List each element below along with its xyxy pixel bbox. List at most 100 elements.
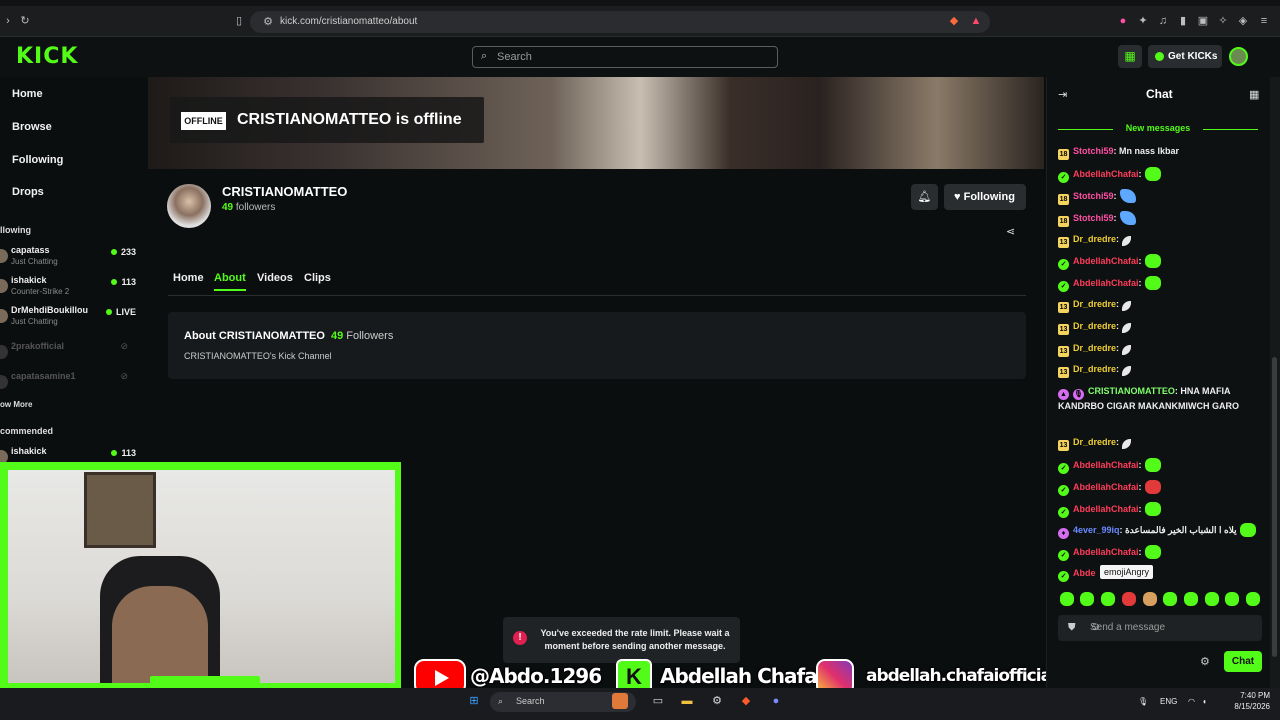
chat-users-icon[interactable]: ▦ [1249,88,1259,101]
followed-channel[interactable]: 2prakofficial ⊘ [0,341,140,367]
tab-videos[interactable]: Videos [257,272,293,284]
system-clock[interactable]: 7:40 PM 8/15/2026 [1226,690,1270,712]
chat-username[interactable]: Dr_dredre [1073,234,1116,244]
emote-icon[interactable] [1225,592,1239,606]
chat-message: ✓ AbdellahChafai: [1058,545,1268,561]
channel-category: Just Chatting [11,257,58,266]
forward-icon[interactable]: › [2,15,14,27]
search-input[interactable]: ⌕ Search [472,46,778,68]
site-info-icon[interactable]: ⚙ [262,16,274,28]
sidebar-icon[interactable]: ▮ [1177,15,1189,27]
leo-icon[interactable]: ✧ [1217,15,1229,27]
emote-icon[interactable] [1184,592,1198,606]
volume-icon[interactable]: ◖ [1202,697,1207,706]
tab-home[interactable]: Home [173,272,204,284]
chat-username[interactable]: CRISTIANOMATTEO [1088,386,1175,396]
emote-icon[interactable] [1246,592,1260,606]
sidebar-item-following[interactable]: Following [12,154,63,166]
follower-number: 49 [222,202,234,213]
angry-emote-icon[interactable] [1122,592,1136,606]
file-explorer-icon[interactable]: ▬ [679,693,695,709]
wallet-icon[interactable]: ▣ [1197,15,1209,27]
chat-username[interactable]: Abde [1073,568,1096,578]
chat-username[interactable]: Stotchi59 [1073,146,1114,156]
chat-username[interactable]: Stotchi59 [1073,213,1114,223]
page-scrollbar[interactable] [1270,77,1280,688]
chat-username[interactable]: AbdellahChafai [1073,169,1139,179]
emote-icon[interactable] [1080,592,1094,606]
reload-icon[interactable]: ↻ [19,15,31,27]
brave-shield-icon[interactable]: ◆ [948,15,960,27]
chat-username[interactable]: AbdellahChafai [1073,256,1139,266]
chat-username[interactable]: Dr_dredre [1073,321,1116,331]
chat-message: 13 Dr_dredre: [1058,233,1268,248]
widget-icon[interactable] [612,693,628,709]
menu-icon[interactable]: ≡ [1258,15,1270,27]
emote-icon[interactable] [1205,592,1219,606]
language-indicator[interactable]: ENG [1160,697,1177,706]
emote-icon[interactable] [1143,592,1157,606]
kick-logo[interactable]: KICK [16,44,78,69]
sidebar-item-drops[interactable]: Drops [12,186,44,198]
extension-icon[interactable]: ● [1117,15,1129,27]
notification-bell-button[interactable]: 🔔︎ [911,184,938,210]
followed-channel[interactable]: capatass Just Chatting 233 [0,245,140,271]
discord-icon[interactable]: ● [768,693,784,709]
scrollbar-thumb[interactable] [1272,357,1277,657]
chat-username[interactable]: Dr_dredre [1073,437,1116,447]
about-follower-count: 49 [330,330,344,342]
send-chat-button[interactable]: Chat [1224,651,1262,672]
chat-username[interactable]: Dr_dredre [1073,364,1116,374]
task-view-icon[interactable]: ▭ [650,693,666,709]
emote-icon[interactable] [1101,592,1115,606]
channel-avatar[interactable] [167,184,211,228]
chat-username[interactable]: AbdellahChafai [1073,547,1139,557]
chat-username[interactable]: AbdellahChafai [1073,460,1139,470]
emote-quick-bar [1058,592,1268,608]
sub-badge-icon: 13 [1058,302,1069,313]
following-button[interactable]: ♥ Following [944,184,1026,210]
chat-text: : يلاه ا الشباب الخير فالمساعدة [1119,525,1237,535]
chat-settings-icon[interactable]: ⚙ [1200,655,1210,668]
url-text[interactable]: kick.com/cristianomatteo/about [280,16,417,27]
feather-emote-icon [1122,323,1132,333]
followed-channel[interactable]: capatasamine1 ⊘ [0,371,140,397]
chat-username[interactable]: AbdellahChafai [1073,482,1139,492]
emoji-picker-icon[interactable]: ☺ [1090,621,1254,633]
settings-icon[interactable]: ⚙ [709,693,725,709]
bookmark-icon[interactable]: ▯ [233,15,245,27]
lion-picture-frame [84,472,156,548]
wifi-icon[interactable]: ◠ [1188,697,1195,706]
chat-username[interactable]: AbdellahChafai [1073,278,1139,288]
emote-icon[interactable] [1163,592,1177,606]
share-icon[interactable]: ⋖ [1006,225,1015,238]
brave-icon[interactable]: ◆ [738,693,754,709]
followed-channel[interactable]: ishakick Counter-Strike 2 113 [0,275,140,301]
sidebar-item-home[interactable]: Home [12,88,43,100]
rewards-icon[interactable]: ▲ [970,15,982,27]
tab-clips[interactable]: Clips [304,272,331,284]
broadcaster-badge-icon: ▲ [1058,389,1069,400]
windows-start-icon[interactable]: ⊞ [466,693,482,709]
user-avatar[interactable] [1229,47,1248,66]
vpn-icon[interactable]: ◈ [1237,15,1249,27]
chat-message: ✓ AbdellahChafai: [1058,167,1268,183]
gift-icon[interactable]: ▦ [1118,45,1142,68]
followed-channel[interactable]: DrMehdiBoukillou Just Chatting LIVE [0,305,140,331]
show-more-link[interactable]: ow More [0,400,32,409]
collapse-chat-icon[interactable]: ⇥ [1058,88,1067,101]
sidebar-item-browse[interactable]: Browse [12,121,52,133]
chat-username[interactable]: Dr_dredre [1073,343,1116,353]
tab-about[interactable]: About [214,272,246,291]
microphone-icon[interactable]: 🎙︎ [1138,697,1148,706]
puzzle-icon[interactable]: ✦ [1137,15,1149,27]
music-icon[interactable]: ♫ [1157,15,1169,27]
chat-username[interactable]: AbdellahChafai [1073,504,1139,514]
channel-avatar [0,309,8,323]
chat-input[interactable]: ⛊ Send a message ☺ [1058,615,1262,641]
emote-icon[interactable] [1060,592,1074,606]
chat-username[interactable]: 4ever_99iq [1073,525,1120,535]
chat-username[interactable]: Dr_dredre [1073,299,1116,309]
get-kicks-button[interactable]: Get KICKs [1148,45,1222,68]
chat-username[interactable]: Stotchi59 [1073,191,1114,201]
